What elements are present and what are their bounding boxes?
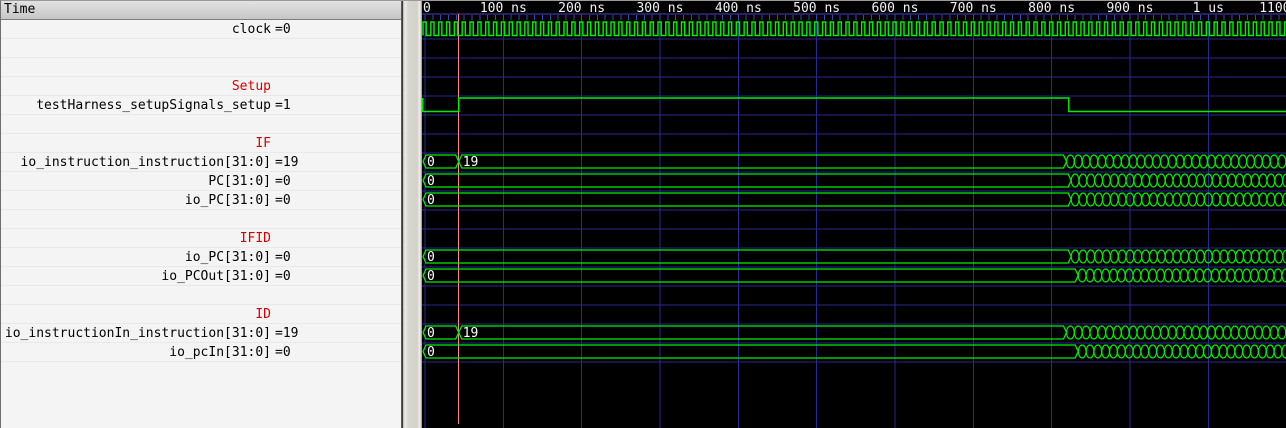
signal-names-pane: Time clock=0SetuptestHarness_setupSignal… xyxy=(1,1,402,428)
signal-row[interactable]: clock=0 xyxy=(1,20,401,39)
time-header-label: Time xyxy=(4,2,35,17)
pane-divider[interactable] xyxy=(402,1,422,428)
signal-value: =19 xyxy=(271,153,298,171)
group-label: IFID xyxy=(1,229,271,247)
signal-value: =0 xyxy=(271,267,291,285)
blank-row xyxy=(1,286,401,305)
signal-value: =19 xyxy=(271,324,298,342)
signal-row[interactable]: io_PCOut[31:0]=0 xyxy=(1,267,401,286)
ruler-label: 400 ns xyxy=(715,1,762,16)
signal-value: =1 xyxy=(271,96,291,114)
signal-name-list: clock=0SetuptestHarness_setupSignals_set… xyxy=(1,20,401,362)
ruler-label: 700 ns xyxy=(950,1,997,16)
signal-name: testHarness_setupSignals_setup xyxy=(1,96,271,114)
signal-name: io_instruction_instruction[31:0] xyxy=(1,153,271,171)
gtkwave-window: Time clock=0SetuptestHarness_setupSignal… xyxy=(0,0,1286,428)
waveform-canvas[interactable]: 0 100 ns 200 ns 300 ns 400 ns 500 ns 600 ns 700… xyxy=(422,1,1286,428)
group-row[interactable]: ID xyxy=(1,305,401,324)
signal-name: io_pcIn[31:0] xyxy=(1,343,271,361)
signal-name: io_PC[31:0] xyxy=(1,191,271,209)
bus-value-label: 0 xyxy=(427,174,435,189)
signal-row[interactable]: PC[31:0]=0 xyxy=(1,172,401,191)
group-row[interactable]: IFID xyxy=(1,229,401,248)
signal-name xyxy=(1,39,271,57)
blank-row xyxy=(1,58,401,77)
signal-value: =0 xyxy=(271,191,291,209)
signal-name: io_instructionIn_instruction[31:0] xyxy=(1,324,271,342)
blank-row xyxy=(1,210,401,229)
signal-value: =0 xyxy=(271,20,291,38)
signal-name: io_PCOut[31:0] xyxy=(1,267,271,285)
bus-value-label: 0 xyxy=(427,326,435,341)
signal-row[interactable]: io_PC[31:0]=0 xyxy=(1,248,401,267)
ruler-label: 1100 ns xyxy=(1259,1,1286,16)
signal-name: clock xyxy=(1,20,271,38)
ruler-label: 200 ns xyxy=(558,1,605,16)
signal-row[interactable]: io_PC[31:0]=0 xyxy=(1,191,401,210)
signal-value: =0 xyxy=(271,172,291,190)
signal-name xyxy=(1,115,271,133)
ruler-label: 500 ns xyxy=(793,1,840,16)
signal-name: PC[31:0] xyxy=(1,172,271,190)
bus-value-label: 0 xyxy=(427,250,435,265)
ruler-label: 300 ns xyxy=(636,1,683,16)
signal-name xyxy=(1,286,271,304)
blank-row xyxy=(1,39,401,58)
signal-row[interactable]: io_instructionIn_instruction[31:0]=19 xyxy=(1,324,401,343)
wave-background xyxy=(422,1,1286,428)
time-header[interactable]: Time xyxy=(1,1,401,20)
signal-row[interactable]: io_pcIn[31:0]=0 xyxy=(1,343,401,362)
signal-name xyxy=(1,210,271,228)
ruler-label: 600 ns xyxy=(871,1,918,16)
bus-value-label: 0 xyxy=(427,193,435,208)
signal-name: io_PC[31:0] xyxy=(1,248,271,266)
bus-value-label: 19 xyxy=(463,155,479,170)
ruler-label: 0 xyxy=(423,1,431,16)
group-row[interactable]: Setup xyxy=(1,77,401,96)
signal-name xyxy=(1,58,271,76)
bus-value-label: 0 xyxy=(427,345,435,360)
signal-row[interactable]: io_instruction_instruction[31:0]=19 xyxy=(1,153,401,172)
ruler-label: 800 ns xyxy=(1028,1,1075,16)
ruler-label: 100 ns xyxy=(480,1,527,16)
bus-value-label: 0 xyxy=(427,269,435,284)
blank-row xyxy=(1,115,401,134)
ruler-label: 1 us xyxy=(1193,1,1224,16)
group-label: Setup xyxy=(1,77,271,95)
group-label: ID xyxy=(1,305,271,323)
bus-value-label: 0 xyxy=(427,155,435,170)
ruler-label: 900 ns xyxy=(1106,1,1153,16)
bus-value-label: 19 xyxy=(463,326,479,341)
signal-row[interactable]: testHarness_setupSignals_setup=1 xyxy=(1,96,401,115)
group-row[interactable]: IF xyxy=(1,134,401,153)
wave-pane[interactable]: 0 100 ns 200 ns 300 ns 400 ns 500 ns 600 ns 700… xyxy=(422,1,1286,428)
signal-value: =0 xyxy=(271,343,291,361)
signal-value: =0 xyxy=(271,248,291,266)
group-label: IF xyxy=(1,134,271,152)
